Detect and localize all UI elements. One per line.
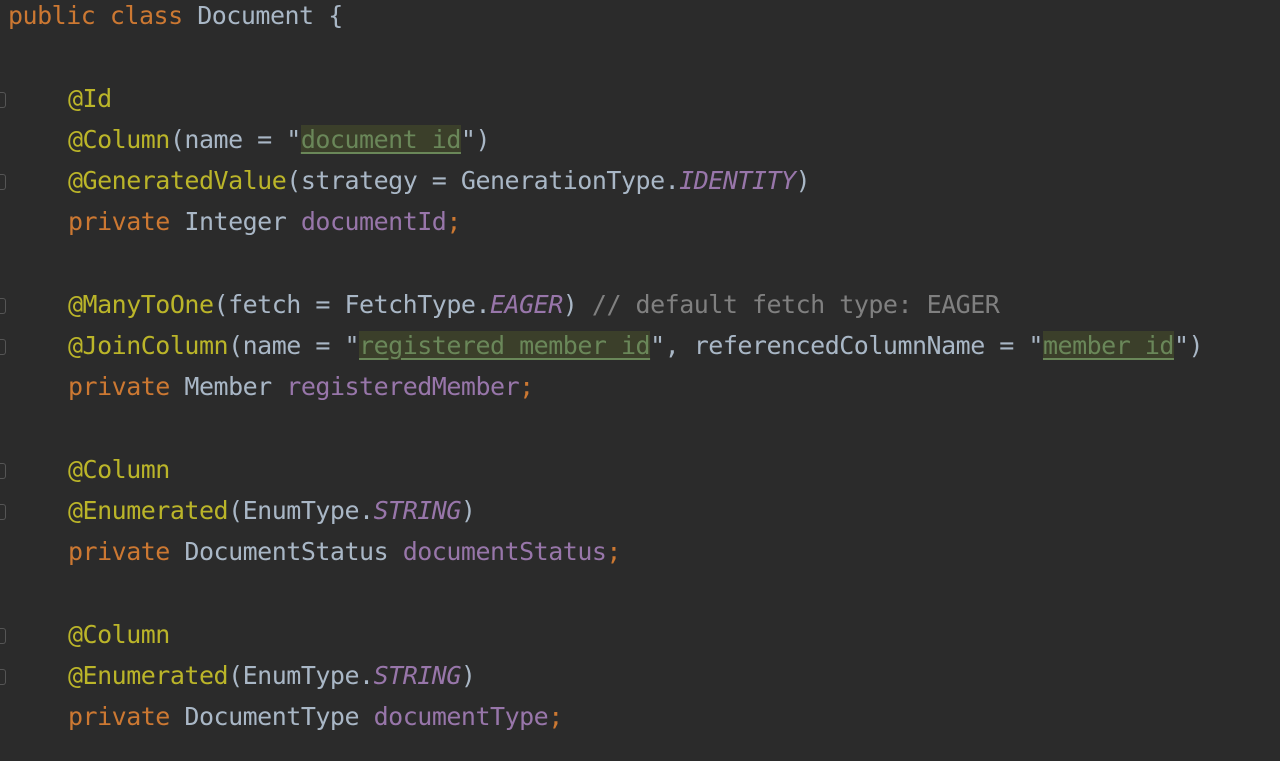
strategy-close: ) — [795, 166, 811, 195]
annotation-generated-value: @GeneratedValue — [68, 166, 287, 195]
keyword-private: private — [68, 207, 170, 236]
annotation-column: @Column — [68, 125, 170, 154]
semicolon: ; — [519, 372, 534, 401]
open-brace: { — [328, 1, 343, 30]
annotation-enumerated: @Enumerated — [68, 496, 229, 525]
constant-string: STRING — [373, 661, 462, 690]
annotation-many-to-one: @ManyToOne — [68, 290, 214, 319]
keyword-class: class — [109, 1, 183, 30]
semicolon: ; — [606, 537, 621, 566]
code-line-registered-member-field[interactable]: private Member registeredMember; — [8, 366, 534, 407]
fold-end-icon[interactable] — [0, 174, 6, 190]
constant-eager: EAGER — [490, 290, 563, 319]
semicolon: ; — [446, 207, 461, 236]
keyword-private: private — [68, 372, 170, 401]
code-line-column-annotation[interactable]: @Column — [8, 614, 170, 655]
annotation-id: @Id — [68, 84, 112, 113]
join-args-middle: ", referencedColumnName = " — [650, 331, 1043, 360]
join-args-open: (name = " — [228, 331, 360, 360]
semicolon: ; — [548, 702, 563, 731]
code-line-document-id-field[interactable]: private Integer documentId; — [8, 201, 461, 242]
field-document-id: documentId — [300, 207, 447, 236]
type-member: Member — [184, 372, 272, 401]
fetch-args: (fetch = FetchType. — [213, 290, 491, 319]
code-line-id-annotation[interactable]: @Id — [8, 78, 112, 119]
enum-close: ) — [460, 661, 476, 690]
type-integer: Integer — [184, 207, 287, 236]
enum-args: (EnumType. — [228, 496, 374, 525]
code-line-column-annotation[interactable]: @Column — [8, 449, 170, 490]
string-registered-member-id: registered_member_id — [359, 331, 651, 360]
fold-start-icon[interactable] — [0, 463, 6, 479]
annotation-enumerated: @Enumerated — [68, 661, 229, 690]
field-registered-member: registeredMember — [286, 372, 520, 401]
code-line-enumerated[interactable]: @Enumerated(EnumType.STRING) — [8, 655, 476, 696]
fold-end-icon[interactable] — [0, 504, 6, 520]
fold-start-icon[interactable] — [0, 298, 6, 314]
fold-end-icon[interactable] — [0, 669, 6, 685]
annotation-column: @Column — [68, 620, 170, 649]
keyword-private: private — [68, 702, 170, 731]
annotation-column: @Column — [68, 455, 170, 484]
join-args-close: ") — [1173, 331, 1204, 360]
type-document-type: DocumentType — [184, 702, 360, 731]
comment-default-fetch: // default fetch type: EAGER — [591, 290, 1000, 319]
fold-start-icon[interactable] — [0, 628, 6, 644]
field-document-type: documentType — [373, 702, 549, 731]
code-editor[interactable]: public class Document { @Id @Column(name… — [0, 0, 1280, 761]
fetch-close: ) — [562, 290, 578, 319]
code-line-document-type-field[interactable]: private DocumentType documentType; — [8, 696, 563, 737]
keyword-private: private — [68, 537, 170, 566]
type-document-status: DocumentStatus — [184, 537, 389, 566]
code-line-enumerated[interactable]: @Enumerated(EnumType.STRING) — [8, 490, 476, 531]
fold-end-icon[interactable] — [0, 339, 6, 355]
constant-identity: IDENTITY — [679, 166, 796, 195]
enum-args: (EnumType. — [228, 661, 374, 690]
annotation-join-column: @JoinColumn — [68, 331, 229, 360]
code-line-generated-value[interactable]: @GeneratedValue(strategy = GenerationTyp… — [8, 160, 811, 201]
code-line-column-annotation[interactable]: @Column(name = "document_id") — [8, 119, 491, 160]
field-document-status: documentStatus — [402, 537, 607, 566]
strategy-args: (strategy = GenerationType. — [286, 166, 680, 195]
column-args-open: (name = " — [169, 125, 301, 154]
code-line-join-column[interactable]: @JoinColumn(name = "registered_member_id… — [8, 325, 1204, 366]
code-line-document-status-field[interactable]: private DocumentStatus documentStatus; — [8, 531, 621, 572]
constant-string: STRING — [373, 496, 462, 525]
column-args-close: ") — [460, 125, 491, 154]
string-member-id: member_id — [1042, 331, 1174, 360]
fold-start-icon[interactable] — [0, 92, 6, 108]
string-document-id: document_id — [300, 125, 461, 154]
code-line-class-declaration[interactable]: public class Document { — [8, 0, 343, 36]
class-name: Document — [197, 1, 314, 30]
code-line-many-to-one[interactable]: @ManyToOne(fetch = FetchType.EAGER) // d… — [8, 284, 1000, 325]
enum-close: ) — [460, 496, 476, 525]
keyword-public: public — [8, 1, 96, 30]
